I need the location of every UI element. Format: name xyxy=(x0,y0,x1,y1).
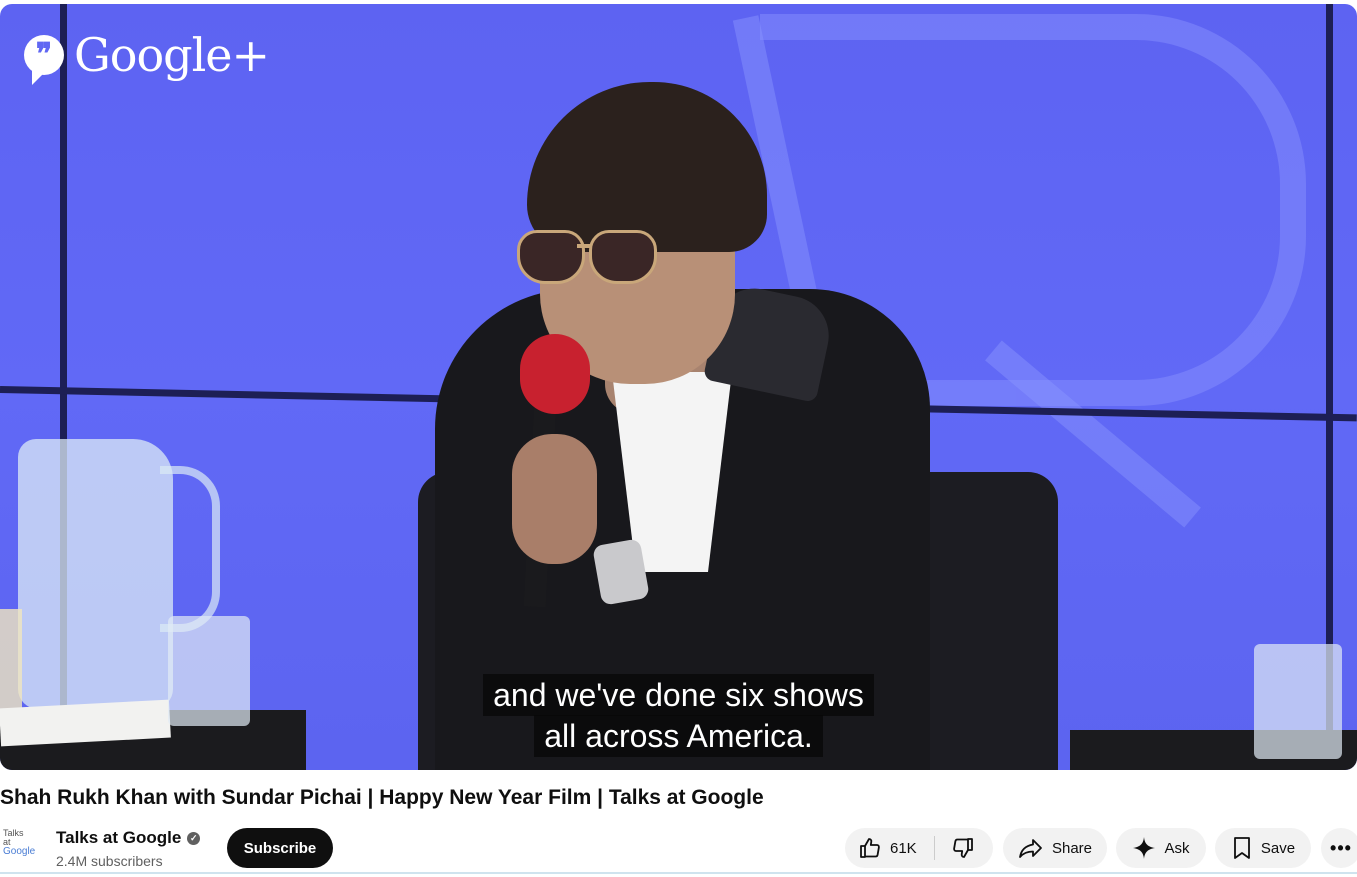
subscribe-button[interactable]: Subscribe xyxy=(227,828,333,868)
ask-label: Ask xyxy=(1164,839,1190,857)
channel-name-row[interactable]: Talks at Google ✓ xyxy=(56,828,201,848)
video-player[interactable]: ❞ Google+ xyxy=(0,4,1357,770)
wristwatch xyxy=(592,538,650,606)
more-icon: ••• xyxy=(1330,837,1352,858)
closed-captions: and we've done six shows all across Amer… xyxy=(0,674,1357,757)
video-title: Shah Rukh Khan with Sundar Pichai | Happ… xyxy=(0,786,764,809)
verified-check-icon: ✓ xyxy=(187,831,201,845)
avatar-text-line: Google xyxy=(3,846,36,857)
share-arrow-icon xyxy=(1018,836,1044,860)
share-button[interactable]: Share xyxy=(1003,828,1107,868)
like-button[interactable]: 61K xyxy=(845,828,934,868)
sparkle-icon xyxy=(1132,836,1156,860)
section-divider xyxy=(0,872,1357,874)
thumb-up-icon xyxy=(858,836,882,860)
google-plus-logo-text: Google+ xyxy=(74,28,270,82)
subscriber-count: 2.4M subscribers xyxy=(56,853,163,869)
like-dislike-group: 61K xyxy=(845,828,993,868)
speaker-hand xyxy=(512,434,597,564)
channel-name[interactable]: Talks at Google xyxy=(56,828,181,848)
water-pitcher xyxy=(18,439,173,709)
like-count: 61K xyxy=(890,839,917,857)
pitcher-handle xyxy=(160,466,220,632)
hangouts-icon: ❞ xyxy=(24,35,64,85)
save-label: Save xyxy=(1260,839,1296,857)
thumb-down-icon xyxy=(951,836,975,860)
google-plus-logo: ❞ Google+ xyxy=(24,28,270,85)
share-label: Share xyxy=(1051,839,1093,857)
sunglasses xyxy=(517,226,667,284)
more-actions-button[interactable]: ••• xyxy=(1321,828,1357,868)
caption-line: and we've done six shows xyxy=(483,674,874,716)
bookmark-icon xyxy=(1231,836,1253,860)
dislike-button[interactable] xyxy=(935,828,991,868)
microphone-head xyxy=(520,334,590,414)
channel-avatar[interactable]: Talks at Google xyxy=(3,829,43,865)
ask-button[interactable]: Ask xyxy=(1116,828,1206,868)
caption-line: all across America. xyxy=(534,715,823,757)
save-button[interactable]: Save xyxy=(1215,828,1311,868)
